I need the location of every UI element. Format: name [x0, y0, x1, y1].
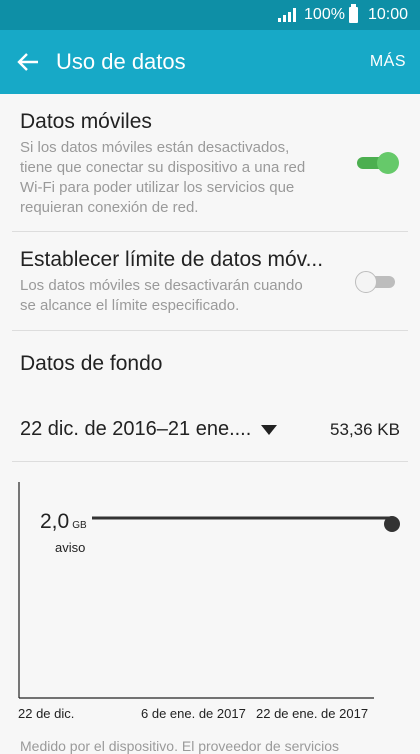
divider [12, 231, 408, 232]
battery-icon [348, 4, 358, 23]
more-button[interactable]: MÁS [370, 53, 406, 71]
status-bar: 100% 10:00 [0, 0, 420, 30]
back-arrow-icon[interactable] [0, 52, 56, 72]
footer-note: Medido por el dispositivo. El proveedor … [20, 738, 340, 754]
mobile-data-title: Datos móviles [20, 110, 152, 133]
background-data-item[interactable]: Datos de fondo [0, 352, 420, 376]
warning-handle[interactable] [384, 516, 400, 532]
cycle-usage: 53,36 KB [330, 419, 400, 439]
x-tick-label: 22 de dic. [18, 706, 75, 721]
mobile-data-description: Si los datos móviles están desactivados,… [20, 139, 306, 216]
divider [12, 461, 408, 462]
usage-chart: 2,0 GB aviso [18, 482, 408, 700]
cycle-selector[interactable]: 22 dic. de 2016–21 ene.... 53,36 KB [0, 418, 420, 441]
mobile-data-toggle[interactable] [355, 152, 399, 174]
dropdown-arrow-icon [261, 424, 278, 435]
warning-unit: GB [72, 520, 87, 531]
data-limit-toggle[interactable] [355, 271, 399, 293]
warning-label: aviso [55, 540, 86, 555]
warning-value: 2,0 GB [40, 510, 87, 533]
page-title: Uso de datos [56, 49, 186, 74]
x-tick-label: 22 de ene. de 2017 [256, 706, 369, 721]
x-tick-label: 6 de ene. de 2017 [141, 706, 246, 721]
data-limit-title: Establecer límite de datos móv... [20, 248, 324, 271]
data-limit-description: Los datos móviles se desactivarán cuando… [20, 277, 303, 314]
cycle-range: 22 dic. de 2016–21 ene.... [20, 418, 252, 440]
clock: 10:00 [367, 6, 408, 23]
app-bar: Uso de datos MÁS [0, 30, 420, 94]
divider [12, 330, 408, 331]
battery-percent: 100% [304, 6, 345, 23]
signal-icon [278, 8, 297, 22]
background-data-title: Datos de fondo [20, 352, 163, 375]
